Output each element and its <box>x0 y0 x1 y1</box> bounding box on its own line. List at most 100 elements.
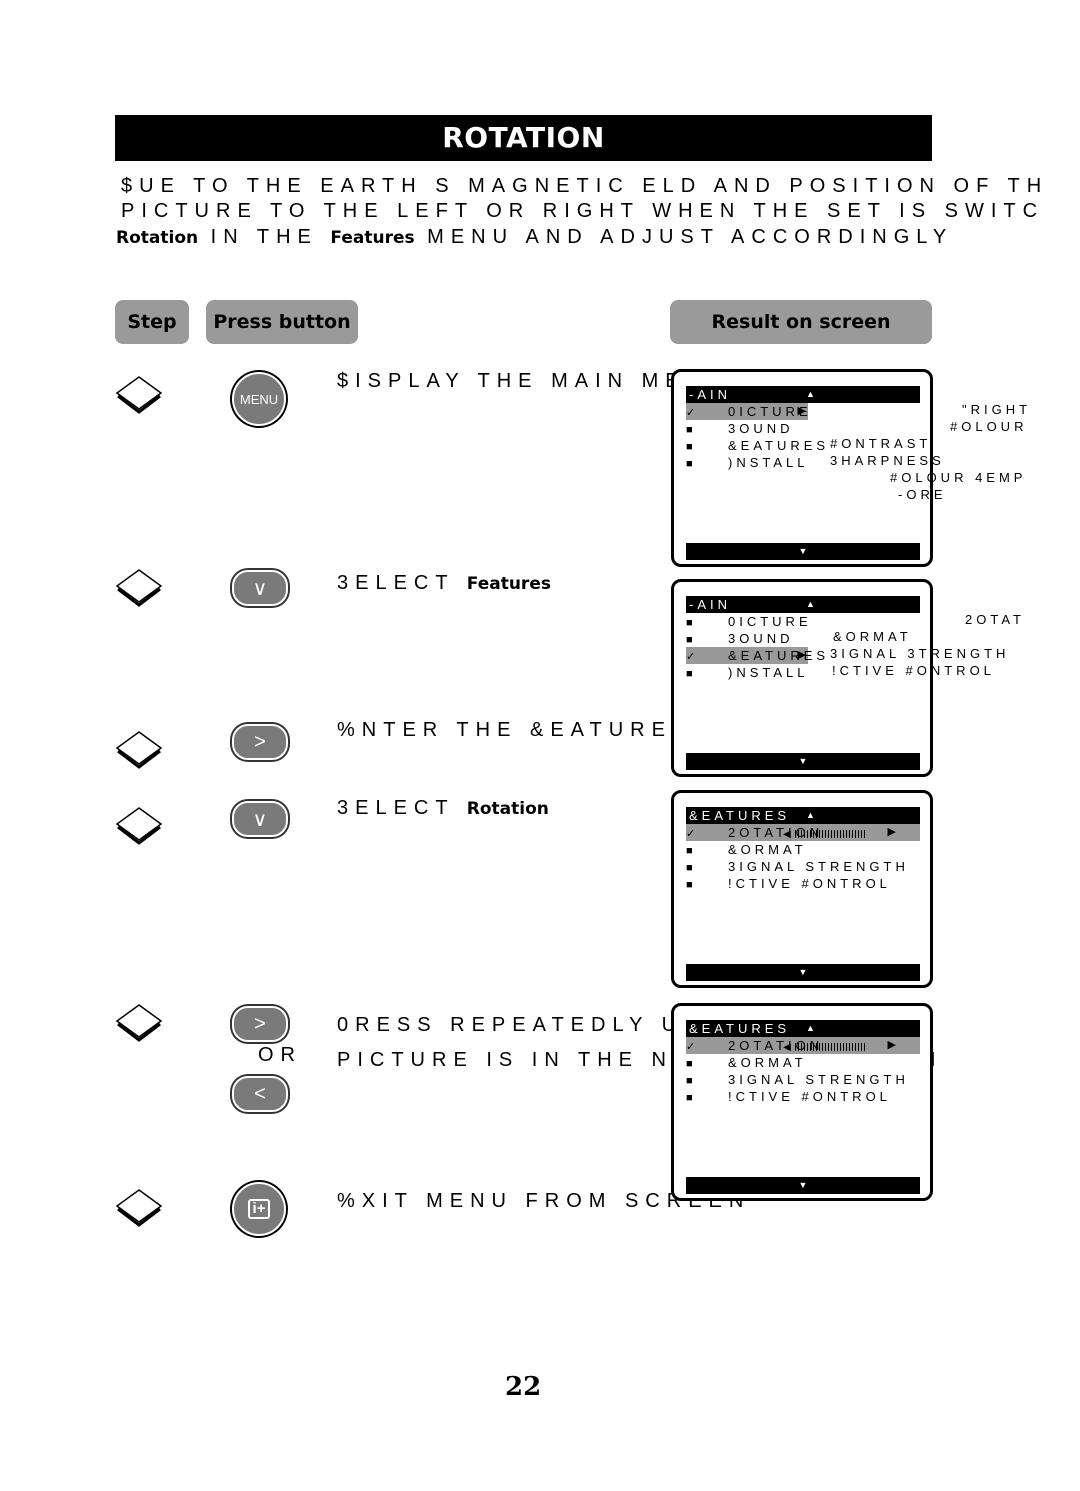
or-label: OR <box>258 1044 302 1066</box>
intro-line-1: $UE TO THE EARTH S MAGNETIC ELD AND POSI… <box>121 175 1041 197</box>
step-text: 3ELECT <box>337 572 467 594</box>
screen-menu-label: !CTIVE #ONTROL <box>728 876 891 891</box>
screen-menu-title: &EATURES <box>689 808 791 823</box>
screen-menu-label: !CTIVE #ONTROL <box>728 1089 891 1104</box>
scroll-down-icon: ▼ <box>686 964 920 981</box>
screen-menu-title: &EATURES <box>689 1021 791 1036</box>
arrow-right-icon: ▶ <box>797 649 806 661</box>
intro-line-2: PICTURE TO THE LEFT OR RIGHT WHEN THE SE… <box>121 200 1041 222</box>
screen-menu-label: 0ICTURE <box>728 614 812 629</box>
tv-screen-2: -AIN ▲ ■ 0ICTURE ■ 3OUND ✓ &EATURES ▶ ■ )NSTALL ▼ <box>671 579 933 777</box>
screen-menu-label: 3OUND <box>728 631 794 646</box>
screen-menu-title: -AIN <box>689 387 731 402</box>
tv-screen-4: &EATURES ▲ ✓ 2OTATION◀ ▶ ■ &ORMAT ■ 3IGNAL STREN… <box>671 1003 933 1201</box>
screen-menu-item: ■ !CTIVE #ONTROL <box>686 875 891 892</box>
step-2-text: 3ELECT Features <box>337 572 551 595</box>
screen-menu-label: )NSTALL <box>728 665 809 680</box>
submenu-item: !CTIVE #ONTROL <box>832 663 995 678</box>
screen-menu-item: ■ &EATURES <box>686 437 829 454</box>
scroll-up-icon: ▲ <box>806 389 815 399</box>
step-term: Rotation <box>466 799 549 819</box>
info-button[interactable]: i+ <box>232 1182 286 1236</box>
rotation-slider <box>794 1042 865 1051</box>
screen-menu-item: ■ 3IGNAL STRENGTH <box>686 1071 909 1088</box>
screen-menu-item: ■ )NSTALL <box>686 454 809 471</box>
screen-menu-item: ■ 0ICTURE <box>686 613 812 630</box>
arrow-right-icon: ▶ <box>797 405 806 417</box>
header-result: Result on screen <box>670 300 932 344</box>
rotation-slider <box>794 829 865 838</box>
screen-menu-label: &ORMAT <box>728 842 807 857</box>
screen-menu-label: &EATURES <box>728 438 830 453</box>
intro-features-term: Features <box>330 228 415 248</box>
submenu-item: &ORMAT <box>833 629 912 644</box>
header-step: Step <box>115 300 189 344</box>
info-icon: i+ <box>247 1199 271 1219</box>
screen-menu-item: ■ 3OUND <box>686 420 794 437</box>
screen-menu-item: ■ 3IGNAL STRENGTH <box>686 858 909 875</box>
step-marker-5 <box>115 1003 163 1042</box>
screen-menu-title: -AIN <box>689 597 731 612</box>
page-number: 22 <box>505 1372 542 1402</box>
right-button[interactable]: > <box>232 1006 288 1042</box>
step-marker-6 <box>115 1188 163 1227</box>
tv-screen-1: -AIN ▲ ✓ 0ICTURE ▶ ■ 3OUND ■ &EATURES ■ )NSTALL ▼ <box>671 369 933 567</box>
step-4-text: 3ELECT Rotation <box>337 797 549 820</box>
intro-text: IN THE <box>198 226 331 248</box>
scroll-up-icon: ▲ <box>806 810 815 820</box>
bullet-icon: ■ <box>686 458 693 470</box>
step-marker-1 <box>115 375 163 414</box>
submenu-item: #OLOUR 4EMP <box>890 470 1027 485</box>
step-marker-2 <box>115 568 163 607</box>
submenu-item: 3HARPNESS <box>830 453 945 468</box>
arrow-right-icon: ▶ <box>887 826 896 838</box>
step-marker-3 <box>115 730 163 769</box>
step-marker-4 <box>115 806 163 845</box>
down-button[interactable]: ∨ <box>232 570 288 606</box>
screen-menu-item: ■ &ORMAT <box>686 841 807 858</box>
arrow-left-icon: ◀ <box>783 1042 791 1053</box>
step-text: 3ELECT <box>337 797 467 819</box>
screen-menu-item: ✓ 2OTATION◀ ▶ <box>686 824 920 841</box>
header-press-button: Press button <box>206 300 358 344</box>
submenu-item: #ONTRAST <box>830 436 932 451</box>
screen-menu-label: 3IGNAL STRENGTH <box>728 1072 909 1087</box>
screen-menu-item: ■ 3OUND <box>686 630 794 647</box>
right-button[interactable]: > <box>232 724 288 760</box>
intro-line-3: Rotation IN THE Features MENU AND ADJUST… <box>116 226 953 249</box>
screen-menu-label: )NSTALL <box>728 455 809 470</box>
screen-menu-header: &EATURES ▲ <box>686 807 920 824</box>
arrow-right-icon: ▶ <box>887 1039 896 1051</box>
screen-menu-header: &EATURES ▲ <box>686 1020 920 1037</box>
left-button[interactable]: < <box>232 1076 288 1112</box>
submenu-item: #OLOUR <box>950 419 1028 434</box>
submenu-item: 2OTAT <box>965 612 1025 627</box>
step-term: Features <box>466 574 551 594</box>
screen-menu-header: -AIN ▲ <box>686 386 920 403</box>
submenu-item: -ORE <box>898 487 947 502</box>
screen-menu-item: ✓ 0ICTURE ▶ <box>686 403 808 420</box>
screen-menu-label: &EATURES <box>728 648 830 663</box>
screen-menu-item: ✓ &EATURES ▶ <box>686 647 825 664</box>
arrow-left-icon: ◀ <box>783 829 791 840</box>
bullet-icon: ■ <box>686 879 693 891</box>
intro-text: MENU AND ADJUST ACCORDINGLY <box>414 226 954 248</box>
screen-menu-label: 3OUND <box>728 421 794 436</box>
bullet-icon: ■ <box>686 1092 693 1104</box>
tv-screen-3: &EATURES ▲ ✓ 2OTATION◀ ▶ ■ &ORMAT ■ 3IGNAL STREN… <box>671 790 933 988</box>
scroll-up-icon: ▲ <box>806 1023 815 1033</box>
screen-menu-item: ■ !CTIVE #ONTROL <box>686 1088 891 1105</box>
screen-menu-label: 3IGNAL STRENGTH <box>728 859 909 874</box>
submenu-item: "RIGHT <box>962 402 1032 417</box>
menu-button[interactable]: MENU <box>232 372 286 426</box>
scroll-down-icon: ▼ <box>686 543 920 560</box>
down-button[interactable]: ∨ <box>232 801 288 837</box>
screen-menu-header: -AIN ▲ <box>686 596 920 613</box>
scroll-down-icon: ▼ <box>686 753 920 770</box>
scroll-down-icon: ▼ <box>686 1177 920 1194</box>
bullet-icon: ■ <box>686 668 693 680</box>
screen-menu-item: ■ &ORMAT <box>686 1054 807 1071</box>
page-title: ROTATION <box>115 115 932 161</box>
screen-menu-label: &ORMAT <box>728 1055 807 1070</box>
screen-menu-item: ✓ 2OTATION◀ ▶ <box>686 1037 920 1054</box>
